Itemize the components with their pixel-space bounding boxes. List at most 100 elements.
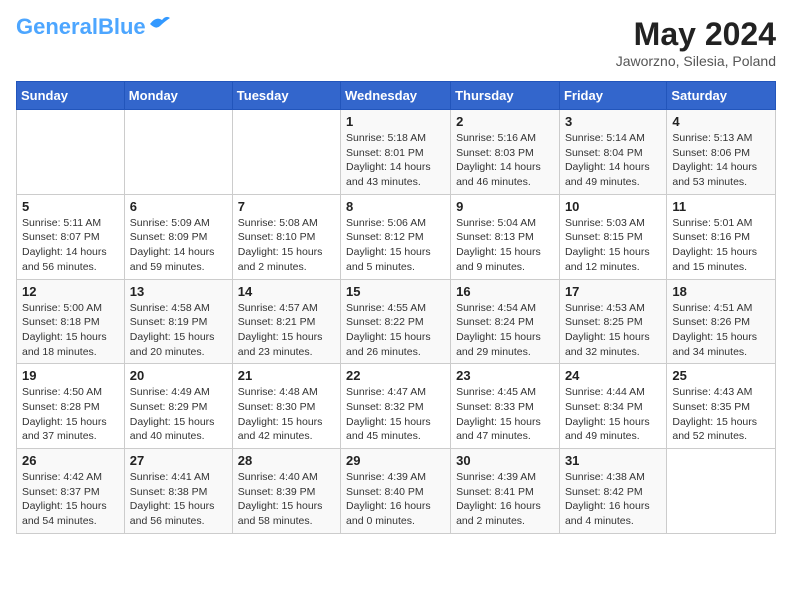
day-number: 23 [456, 368, 554, 383]
day-number: 31 [565, 453, 661, 468]
calendar-cell: 5 Sunrise: 5:11 AMSunset: 8:07 PMDaylight… [17, 194, 125, 279]
calendar-cell: 16 Sunrise: 4:54 AMSunset: 8:24 PMDayligh… [451, 279, 560, 364]
calendar-cell: 13 Sunrise: 4:58 AMSunset: 8:19 PMDayligh… [124, 279, 232, 364]
logo-bird-icon [148, 14, 170, 32]
day-number: 18 [672, 284, 770, 299]
day-info: Sunrise: 4:54 AMSunset: 8:24 PMDaylight:… [456, 301, 554, 360]
calendar-cell [667, 449, 776, 534]
day-info: Sunrise: 4:42 AMSunset: 8:37 PMDaylight:… [22, 470, 119, 529]
day-number: 10 [565, 199, 661, 214]
day-info: Sunrise: 4:38 AMSunset: 8:42 PMDaylight:… [565, 470, 661, 529]
day-info: Sunrise: 5:08 AMSunset: 8:10 PMDaylight:… [238, 216, 335, 275]
calendar-week-2: 5 Sunrise: 5:11 AMSunset: 8:07 PMDaylight… [17, 194, 776, 279]
calendar-cell: 10 Sunrise: 5:03 AMSunset: 8:15 PMDayligh… [559, 194, 666, 279]
day-number: 19 [22, 368, 119, 383]
calendar-cell: 2Sunrise: 5:16 AMSunset: 8:03 PMDaylight… [451, 110, 560, 195]
day-number: 30 [456, 453, 554, 468]
day-info: Sunrise: 4:43 AMSunset: 8:35 PMDaylight:… [672, 385, 770, 444]
day-info: Sunrise: 5:03 AMSunset: 8:15 PMDaylight:… [565, 216, 661, 275]
day-info: Sunrise: 4:40 AMSunset: 8:39 PMDaylight:… [238, 470, 335, 529]
calendar-cell [124, 110, 232, 195]
day-info: Sunrise: 4:57 AMSunset: 8:21 PMDaylight:… [238, 301, 335, 360]
calendar-cell: 11 Sunrise: 5:01 AMSunset: 8:16 PMDayligh… [667, 194, 776, 279]
day-number: 4 [672, 114, 770, 129]
logo: GeneralBlue [16, 16, 170, 38]
calendar-cell: 29 Sunrise: 4:39 AMSunset: 8:40 PMDayligh… [341, 449, 451, 534]
calendar-cell: 20 Sunrise: 4:49 AMSunset: 8:29 PMDayligh… [124, 364, 232, 449]
day-number: 15 [346, 284, 445, 299]
day-number: 5 [22, 199, 119, 214]
page-header: GeneralBlue May 2024 Jaworzno, Silesia, … [16, 16, 776, 69]
weekday-header-sunday: Sunday [17, 82, 125, 110]
day-number: 20 [130, 368, 227, 383]
calendar-cell: 19Sunrise: 4:50 AMSunset: 8:28 PMDayligh… [17, 364, 125, 449]
day-number: 26 [22, 453, 119, 468]
day-info: Sunrise: 5:01 AMSunset: 8:16 PMDaylight:… [672, 216, 770, 275]
calendar-cell: 17 Sunrise: 4:53 AMSunset: 8:25 PMDayligh… [559, 279, 666, 364]
day-number: 6 [130, 199, 227, 214]
day-number: 9 [456, 199, 554, 214]
day-info: Sunrise: 4:44 AMSunset: 8:34 PMDaylight:… [565, 385, 661, 444]
day-info: Sunrise: 5:06 AMSunset: 8:12 PMDaylight:… [346, 216, 445, 275]
day-info: Sunrise: 5:04 AMSunset: 8:13 PMDaylight:… [456, 216, 554, 275]
day-info: Sunrise: 4:51 AMSunset: 8:26 PMDaylight:… [672, 301, 770, 360]
day-info: Sunrise: 5:09 AMSunset: 8:09 PMDaylight:… [130, 216, 227, 275]
calendar-cell: 27 Sunrise: 4:41 AMSunset: 8:38 PMDayligh… [124, 449, 232, 534]
day-info: Sunrise: 4:55 AMSunset: 8:22 PMDaylight:… [346, 301, 445, 360]
calendar-cell: 24Sunrise: 4:44 AMSunset: 8:34 PMDayligh… [559, 364, 666, 449]
location-subtitle: Jaworzno, Silesia, Poland [616, 53, 776, 69]
calendar-cell [17, 110, 125, 195]
day-number: 27 [130, 453, 227, 468]
calendar-cell: 7Sunrise: 5:08 AMSunset: 8:10 PMDaylight… [232, 194, 340, 279]
day-info: Sunrise: 4:53 AMSunset: 8:25 PMDaylight:… [565, 301, 661, 360]
day-info: Sunrise: 4:49 AMSunset: 8:29 PMDaylight:… [130, 385, 227, 444]
day-number: 12 [22, 284, 119, 299]
day-info: Sunrise: 4:47 AMSunset: 8:32 PMDaylight:… [346, 385, 445, 444]
calendar-cell: 28 Sunrise: 4:40 AMSunset: 8:39 PMDayligh… [232, 449, 340, 534]
day-info: Sunrise: 5:11 AMSunset: 8:07 PMDaylight:… [22, 216, 119, 275]
day-number: 25 [672, 368, 770, 383]
day-info: Sunrise: 4:58 AMSunset: 8:19 PMDaylight:… [130, 301, 227, 360]
weekday-header-thursday: Thursday [451, 82, 560, 110]
day-info: Sunrise: 5:18 AMSunset: 8:01 PMDaylight:… [346, 131, 445, 190]
calendar-cell: 9 Sunrise: 5:04 AMSunset: 8:13 PMDaylight… [451, 194, 560, 279]
day-info: Sunrise: 5:14 AMSunset: 8:04 PMDaylight:… [565, 131, 661, 190]
calendar-cell: 18 Sunrise: 4:51 AMSunset: 8:26 PMDayligh… [667, 279, 776, 364]
weekday-header-friday: Friday [559, 82, 666, 110]
day-info: Sunrise: 5:13 AMSunset: 8:06 PMDaylight:… [672, 131, 770, 190]
day-number: 29 [346, 453, 445, 468]
day-number: 11 [672, 199, 770, 214]
calendar-table: SundayMondayTuesdayWednesdayThursdayFrid… [16, 81, 776, 534]
day-number: 22 [346, 368, 445, 383]
day-info: Sunrise: 4:39 AMSunset: 8:40 PMDaylight:… [346, 470, 445, 529]
day-number: 13 [130, 284, 227, 299]
weekday-header-tuesday: Tuesday [232, 82, 340, 110]
logo-text: GeneralBlue [16, 16, 146, 38]
calendar-cell: 23Sunrise: 4:45 AMSunset: 8:33 PMDayligh… [451, 364, 560, 449]
weekday-header-saturday: Saturday [667, 82, 776, 110]
title-block: May 2024 Jaworzno, Silesia, Poland [616, 16, 776, 69]
day-number: 2 [456, 114, 554, 129]
calendar-week-3: 12 Sunrise: 5:00 AMSunset: 8:18 PMDayligh… [17, 279, 776, 364]
day-number: 17 [565, 284, 661, 299]
calendar-cell: 25 Sunrise: 4:43 AMSunset: 8:35 PMDayligh… [667, 364, 776, 449]
day-number: 28 [238, 453, 335, 468]
day-info: Sunrise: 5:00 AMSunset: 8:18 PMDaylight:… [22, 301, 119, 360]
calendar-cell: 8 Sunrise: 5:06 AMSunset: 8:12 PMDaylight… [341, 194, 451, 279]
calendar-cell: 12 Sunrise: 5:00 AMSunset: 8:18 PMDayligh… [17, 279, 125, 364]
day-info: Sunrise: 4:39 AMSunset: 8:41 PMDaylight:… [456, 470, 554, 529]
calendar-cell: 21Sunrise: 4:48 AMSunset: 8:30 PMDayligh… [232, 364, 340, 449]
calendar-cell: 14 Sunrise: 4:57 AMSunset: 8:21 PMDayligh… [232, 279, 340, 364]
calendar-cell: 15 Sunrise: 4:55 AMSunset: 8:22 PMDayligh… [341, 279, 451, 364]
day-number: 16 [456, 284, 554, 299]
calendar-cell: 31 Sunrise: 4:38 AMSunset: 8:42 PMDayligh… [559, 449, 666, 534]
day-number: 3 [565, 114, 661, 129]
day-number: 8 [346, 199, 445, 214]
weekday-header-monday: Monday [124, 82, 232, 110]
calendar-cell: 22 Sunrise: 4:47 AMSunset: 8:32 PMDayligh… [341, 364, 451, 449]
day-info: Sunrise: 4:48 AMSunset: 8:30 PMDaylight:… [238, 385, 335, 444]
day-info: Sunrise: 4:41 AMSunset: 8:38 PMDaylight:… [130, 470, 227, 529]
calendar-header: SundayMondayTuesdayWednesdayThursdayFrid… [17, 82, 776, 110]
calendar-cell: 26 Sunrise: 4:42 AMSunset: 8:37 PMDayligh… [17, 449, 125, 534]
day-number: 14 [238, 284, 335, 299]
